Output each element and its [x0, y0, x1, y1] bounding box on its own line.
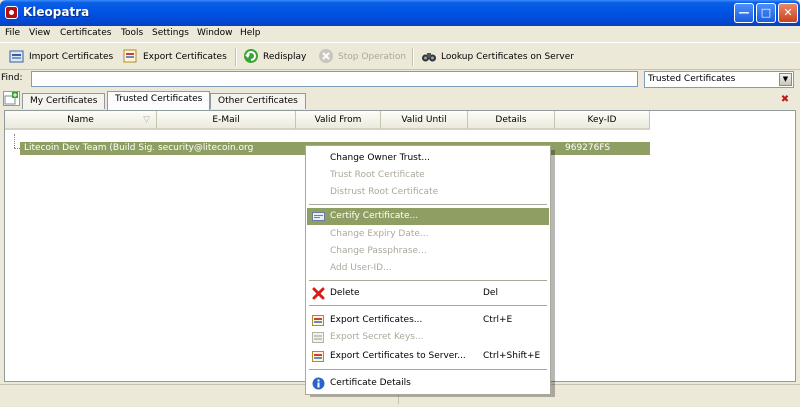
filter-dropdown-value: Trusted Certificates	[648, 74, 736, 84]
lookup-certificates-label: Lookup Certificates on Server	[441, 52, 574, 62]
window-title: Kleopatra	[23, 5, 90, 19]
menu-export-certificates[interactable]: Export Certificates... Ctrl+E	[307, 312, 549, 329]
menu-add-user-id[interactable]: Add User-ID...	[307, 260, 549, 277]
close-tab-icon[interactable]: ✖	[779, 94, 791, 106]
export-secret-keys-icon	[312, 331, 325, 344]
redisplay-label: Redisplay	[263, 52, 307, 62]
stop-operation-label: Stop Operation	[338, 52, 407, 62]
sort-indicator-icon: ▽	[143, 115, 150, 125]
cell-key-id: 969276FS	[565, 143, 611, 153]
stop-icon	[318, 48, 334, 64]
menu-settings[interactable]: Settings	[152, 28, 189, 38]
context-menu: Change Owner Trust... Trust Root Certifi…	[305, 145, 551, 395]
menu-certify-certificate[interactable]: Certify Certificate...	[307, 208, 549, 225]
minimize-button[interactable]: —	[734, 3, 754, 23]
menu-file[interactable]: File	[5, 28, 20, 38]
menu-separator	[309, 280, 547, 281]
menu-change-passphrase[interactable]: Change Passphrase...	[307, 243, 549, 260]
tab-other-certificates[interactable]: Other Certificates	[210, 93, 306, 109]
column-header-details[interactable]: Details	[468, 111, 555, 130]
menu-view[interactable]: View	[29, 28, 50, 38]
tree-branch-line	[14, 134, 16, 148]
export-to-server-icon	[312, 350, 325, 363]
export-certificates-button[interactable]: Export Certificates	[123, 47, 227, 67]
menu-tools[interactable]: Tools	[121, 28, 143, 38]
close-window-button[interactable]: ✕	[778, 3, 798, 23]
maximize-button[interactable]: □	[756, 3, 776, 23]
table-header: Name ▽ E-Mail Valid From Valid Until Det…	[5, 111, 650, 130]
info-icon	[312, 377, 325, 390]
export-icon	[312, 314, 325, 327]
filter-dropdown[interactable]: Trusted Certificates ▼	[644, 71, 794, 88]
menu-export-secret-keys[interactable]: Export Secret Keys...	[307, 329, 549, 346]
menu-separator	[309, 204, 547, 205]
lookup-certificates-button[interactable]: Lookup Certificates on Server	[421, 47, 574, 67]
menu-separator	[309, 369, 547, 370]
cell-name: Litecoin Dev Team (Build Sig...	[24, 143, 154, 153]
column-header-valid-until[interactable]: Valid Until	[381, 111, 468, 130]
binoculars-icon	[421, 48, 437, 64]
export-icon	[123, 48, 139, 64]
new-tab-icon	[4, 92, 18, 105]
tab-my-certificates[interactable]: My Certificates	[22, 93, 106, 109]
menu-certificates[interactable]: Certificates	[60, 28, 111, 38]
column-header-key-id[interactable]: Key-ID	[555, 111, 650, 130]
column-header-name[interactable]: Name ▽	[5, 111, 157, 130]
cell-email: security@litecoin.org	[158, 143, 254, 153]
menu-bar: File View Certificates Tools Settings Wi…	[0, 26, 800, 42]
export-certificates-label: Export Certificates	[143, 52, 227, 62]
refresh-icon	[243, 48, 259, 64]
certify-icon	[312, 210, 325, 223]
column-header-valid-from[interactable]: Valid From	[296, 111, 381, 130]
menu-help[interactable]: Help	[240, 28, 261, 38]
menu-trust-root-certificate[interactable]: Trust Root Certificate	[307, 167, 549, 184]
kleopatra-app-icon[interactable]	[5, 6, 18, 19]
import-icon	[9, 48, 25, 64]
find-input[interactable]	[31, 71, 638, 87]
find-label: Find:	[1, 73, 23, 83]
stop-operation-button[interactable]: Stop Operation	[318, 47, 406, 67]
menu-window[interactable]: Window	[197, 28, 233, 38]
menu-certificate-details[interactable]: Certificate Details	[307, 375, 549, 392]
title-bar	[0, 0, 800, 26]
chevron-down-icon[interactable]: ▼	[779, 73, 792, 86]
menu-change-owner-trust[interactable]: Change Owner Trust...	[307, 150, 549, 167]
import-certificates-button[interactable]: Import Certificates	[9, 47, 113, 67]
menu-distrust-root-certificate[interactable]: Distrust Root Certificate	[307, 184, 549, 201]
new-tab-button[interactable]	[3, 91, 20, 106]
menu-delete[interactable]: Delete Del	[307, 285, 549, 302]
column-header-email[interactable]: E-Mail	[157, 111, 296, 130]
redisplay-button[interactable]: Redisplay	[243, 47, 306, 67]
tab-trusted-certificates[interactable]: Trusted Certificates	[107, 91, 211, 110]
delete-x-icon	[312, 287, 325, 300]
import-certificates-label: Import Certificates	[29, 52, 114, 62]
menu-export-certificates-to-server[interactable]: Export Certificates to Server... Ctrl+Sh…	[307, 348, 549, 365]
menu-change-expiry-date[interactable]: Change Expiry Date...	[307, 226, 549, 243]
toolbar: Import Certificates Export Certificates …	[0, 42, 800, 70]
menu-separator	[309, 305, 547, 306]
